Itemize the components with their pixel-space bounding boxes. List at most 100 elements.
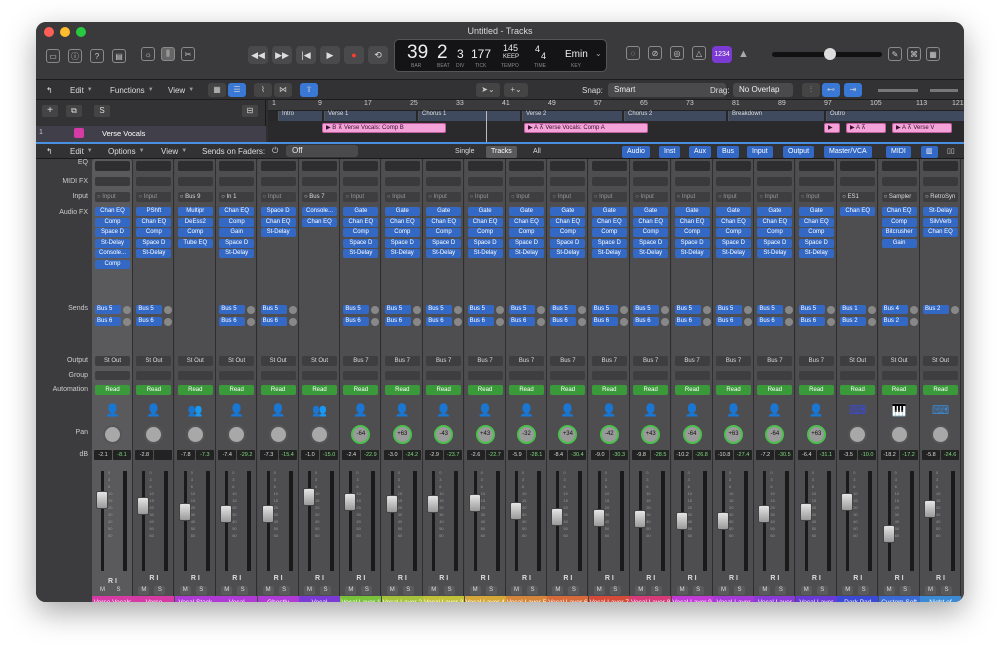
- audio-fx-slot[interactable]: St-Delay: [467, 249, 503, 258]
- send-slot[interactable]: Bus 2: [923, 305, 949, 314]
- fader-track[interactable]: [390, 471, 394, 571]
- output-slot[interactable]: St Out: [219, 356, 255, 366]
- record-input-buttons[interactable]: R I: [303, 575, 336, 582]
- audio-fx-slot[interactable]: Gate: [467, 207, 503, 216]
- automation-mode[interactable]: Read: [426, 385, 462, 395]
- chevron-down-icon[interactable]: ⌄: [595, 49, 602, 58]
- mute-button[interactable]: M: [842, 586, 854, 595]
- region-comp-a[interactable]: ▶ A ⊼ Verse Vocals: Comp A: [524, 123, 648, 133]
- duplicate-track-icon[interactable]: ⧉: [66, 105, 82, 117]
- audio-fx-slot[interactable]: St-Delay: [136, 249, 172, 258]
- output-slot[interactable]: Bus 7: [674, 356, 710, 366]
- midi-fx-slot[interactable]: [798, 177, 834, 186]
- midi-fx-slot[interactable]: [881, 177, 917, 186]
- channel-strip[interactable]: ○ Input Gate Chan EQ Comp Space D St-Delay Bus…: [588, 159, 630, 602]
- toolbar-icon[interactable]: ▤: [112, 49, 126, 63]
- audio-fx-slot[interactable]: Comp: [716, 228, 751, 237]
- output-slot[interactable]: Bus 7: [798, 356, 834, 366]
- eq-thumbnail[interactable]: [509, 161, 544, 171]
- send-level-knob[interactable]: [454, 318, 463, 326]
- audio-fx-slot[interactable]: Chan EQ: [591, 217, 627, 227]
- volume-fader[interactable]: [510, 502, 522, 520]
- marker-chorus-2[interactable]: Chorus 2: [624, 111, 726, 121]
- send-slot[interactable]: Bus 5: [260, 305, 287, 314]
- filter-inst[interactable]: Inst: [659, 146, 681, 158]
- midi-fx-slot[interactable]: [219, 177, 255, 186]
- midi-fx-slot[interactable]: [302, 177, 337, 186]
- eq-thumbnail[interactable]: [840, 161, 876, 171]
- record-input-buttons[interactable]: R I: [179, 575, 212, 582]
- global-tracks-button[interactable]: S: [94, 105, 110, 117]
- mute-button[interactable]: M: [676, 586, 688, 595]
- audio-fx-slot[interactable]: Chan EQ: [302, 217, 337, 227]
- play-button[interactable]: ▶: [320, 46, 340, 64]
- eq-thumbnail[interactable]: [343, 161, 379, 171]
- filter-audio[interactable]: Audio: [622, 146, 650, 158]
- audio-fx-slot[interactable]: Chan EQ: [426, 217, 462, 227]
- record-input-buttons[interactable]: R I: [220, 575, 253, 582]
- filter-aux[interactable]: Aux: [689, 146, 712, 158]
- back-arrow-icon[interactable]: ↰: [46, 83, 53, 97]
- midi-fx-slot[interactable]: [260, 177, 296, 186]
- fader-track[interactable]: [804, 471, 808, 571]
- add-track-button[interactable]: +: [42, 105, 58, 117]
- fader-track[interactable]: [473, 471, 477, 571]
- solo-button[interactable]: S: [361, 586, 373, 595]
- tuner-icon[interactable]: ⊘: [648, 46, 662, 60]
- wide-strips-icon[interactable]: ▯▯: [942, 146, 960, 158]
- solo-button[interactable]: S: [113, 586, 124, 595]
- channel-strip[interactable]: ○ Input Gate Chan EQ Comp Space D St-Delay Bus…: [506, 159, 547, 602]
- solo-button[interactable]: S: [527, 586, 538, 595]
- audio-fx-slot[interactable]: St-Delay: [426, 249, 462, 258]
- audio-fx-slot[interactable]: Space D: [509, 238, 544, 248]
- volume-fader[interactable]: [758, 505, 771, 523]
- output-slot[interactable]: St Out: [136, 356, 172, 366]
- audio-fx-slot[interactable]: Space D: [757, 238, 793, 248]
- audio-fx-slot[interactable]: Comp: [95, 217, 130, 227]
- send-slot[interactable]: Bus 5: [219, 305, 246, 314]
- audio-fx-slot[interactable]: Space D: [591, 238, 627, 248]
- marker-verse-2[interactable]: Verse 2: [522, 111, 622, 121]
- send-level-knob[interactable]: [247, 306, 256, 314]
- record-input-buttons[interactable]: R I: [386, 575, 419, 582]
- send-level-knob[interactable]: [744, 318, 752, 326]
- input-slot[interactable]: ○ Bus 7: [302, 192, 337, 202]
- audio-fx-slot[interactable]: Space D: [384, 238, 420, 248]
- solo-button[interactable]: S: [816, 586, 828, 595]
- audio-fx-slot[interactable]: Comp: [633, 228, 669, 237]
- send-level-knob[interactable]: [164, 318, 173, 326]
- fader-track[interactable]: [929, 471, 932, 571]
- send-slot[interactable]: Bus 5: [136, 305, 163, 314]
- channel-name[interactable]: Vocal Layer 5: [506, 596, 547, 602]
- audio-fx-slot[interactable]: Chan EQ: [798, 217, 834, 227]
- channel-name[interactable]: Vocal Layer 8: [630, 596, 672, 602]
- midi-fx-slot[interactable]: [633, 177, 669, 186]
- automation-mode[interactable]: Read: [467, 385, 503, 395]
- group-slot[interactable]: [550, 371, 586, 380]
- browser-icon[interactable]: ▦: [926, 47, 940, 61]
- volume-fader[interactable]: [220, 505, 233, 523]
- channel-strip[interactable]: ○ In 1 Chan EQ Comp Gain Space D St-Delay Bus …: [216, 159, 258, 602]
- list-view-icon[interactable]: ☰: [228, 83, 246, 97]
- channel-strip[interactable]: ○ Input Gate Chan EQ Comp Space D St-Delay Bus…: [423, 159, 465, 602]
- send-slot[interactable]: Bus 6: [509, 317, 535, 326]
- eq-thumbnail[interactable]: [716, 161, 751, 171]
- midi-fx-slot[interactable]: [95, 177, 130, 186]
- input-slot[interactable]: ○ Input: [674, 192, 710, 202]
- audio-fx-slot[interactable]: Gate: [633, 207, 669, 216]
- fader-track[interactable]: [183, 471, 187, 571]
- edit-menu[interactable]: Edit ▼: [70, 83, 93, 97]
- automation-mode[interactable]: Read: [674, 385, 710, 395]
- metronome-toggle-icon[interactable]: △: [692, 46, 706, 60]
- audio-fx-slot[interactable]: Tube EQ: [177, 238, 213, 248]
- automation-mode[interactable]: Read: [550, 385, 586, 395]
- audio-fx-slot[interactable]: Space D: [674, 238, 710, 248]
- audio-fx-slot[interactable]: Gate: [343, 207, 379, 216]
- volume-fader[interactable]: [344, 493, 357, 511]
- send-level-knob[interactable]: [619, 318, 628, 326]
- pan-knob[interactable]: -64: [351, 425, 371, 444]
- record-button[interactable]: ●: [344, 46, 364, 64]
- input-slot[interactable]: ○ Input: [136, 192, 172, 202]
- output-slot[interactable]: St Out: [177, 356, 213, 366]
- audio-fx-slot[interactable]: Gate: [509, 207, 544, 216]
